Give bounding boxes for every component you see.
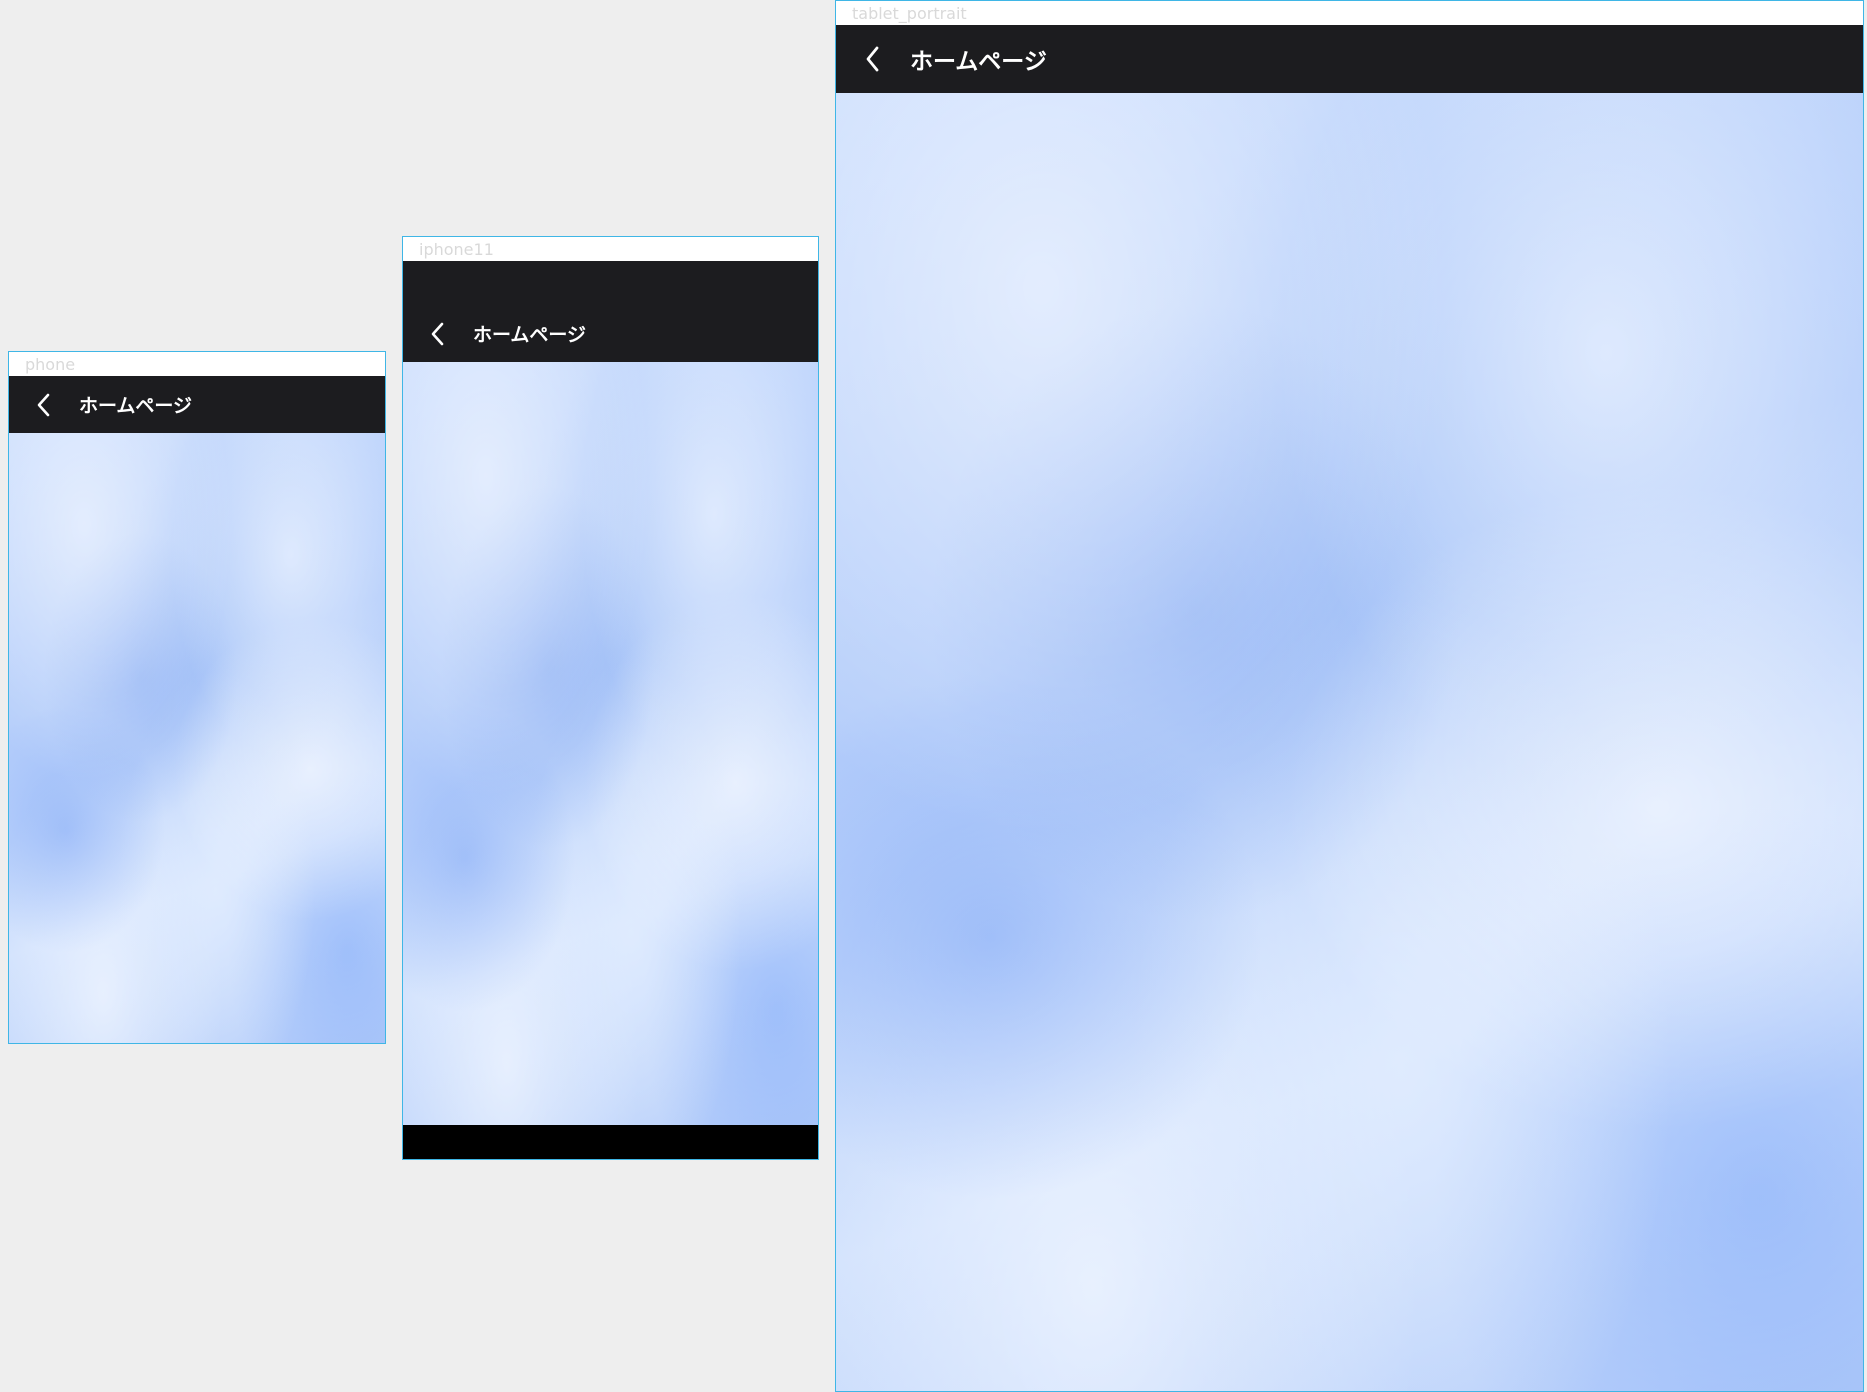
chevron-left-icon <box>865 46 881 72</box>
frame-label: tablet_portrait <box>852 4 967 23</box>
chevron-left-icon <box>37 393 51 417</box>
back-button[interactable] <box>836 25 910 93</box>
page-title: ホームページ <box>910 49 1047 75</box>
page-title: ホームページ <box>79 395 193 417</box>
watercolor-background <box>9 433 385 1043</box>
page-title: ホームページ <box>473 324 587 346</box>
back-button[interactable] <box>403 305 473 362</box>
iphone11-frame: iphone11 ホームページ <box>402 236 819 1160</box>
back-button[interactable] <box>9 376 79 433</box>
watercolor-background <box>836 93 1863 1391</box>
app-bar: ホームページ <box>9 376 385 433</box>
phone-frame: phone ホームページ <box>8 351 386 1044</box>
home-indicator-bar <box>403 1125 818 1159</box>
app-bar: ホームページ <box>403 261 818 362</box>
frame-label: phone <box>25 355 76 374</box>
frame-label: iphone11 <box>419 240 494 259</box>
app-bar: ホームページ <box>836 25 1863 93</box>
watercolor-background <box>403 362 818 1125</box>
chevron-left-icon <box>431 322 445 346</box>
tablet-portrait-frame: tablet_portrait ホームページ <box>835 0 1864 1392</box>
